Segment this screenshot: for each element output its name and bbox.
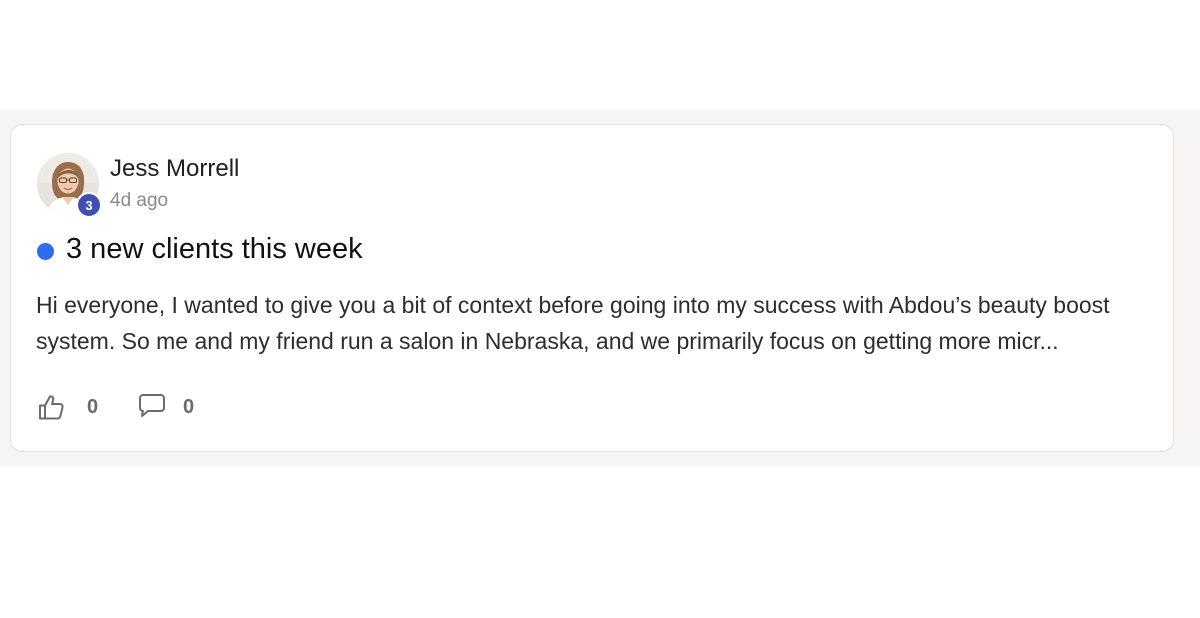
post-card[interactable]: 3 Jess Morrell 4d ago 3 new clients this… — [10, 124, 1174, 452]
comment-bubble-icon — [139, 394, 165, 417]
post-title[interactable]: 3 new clients this week — [66, 231, 363, 267]
comment-count: 0 — [183, 395, 195, 418]
like-count: 0 — [87, 395, 99, 418]
post-excerpt[interactable]: Hi everyone, I wanted to give you a bit … — [36, 287, 1146, 359]
author-name[interactable]: Jess Morrell — [110, 155, 239, 183]
author-avatar-container[interactable]: 3 — [37, 153, 102, 218]
comment-button[interactable]: 0 — [137, 391, 194, 423]
like-button[interactable]: 0 — [37, 391, 98, 423]
post-timestamp: 4d ago — [110, 190, 169, 211]
unread-indicator — [37, 243, 54, 260]
level-badge: 3 — [76, 192, 102, 218]
thumbs-up-icon — [39, 395, 64, 420]
